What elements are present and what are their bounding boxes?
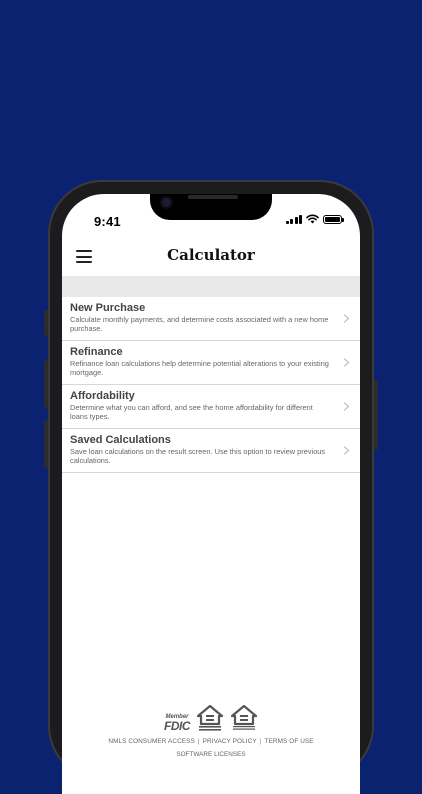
terms-of-use-link[interactable]: TERMS OF USE	[265, 738, 314, 745]
list-item-affordability[interactable]: Affordability Determine what you can aff…	[62, 385, 360, 429]
chevron-right-icon	[343, 446, 350, 455]
list-item-refinance[interactable]: Refinance Refinance loan calculations he…	[62, 341, 360, 385]
fdic-text: FDIC	[164, 719, 191, 733]
nmls-consumer-access-link[interactable]: NMLS CONSUMER ACCESS	[108, 738, 195, 745]
speaker	[188, 195, 238, 199]
link-separator: |	[197, 738, 200, 745]
section-divider	[62, 276, 360, 297]
fdic-logo: Member FDIC	[164, 714, 191, 733]
item-title: Refinance	[70, 346, 123, 358]
item-title: Affordability	[70, 390, 135, 402]
phone-frame: 9:41 Calculator New Purchase Calculate m…	[44, 180, 378, 794]
list-item-saved-calculations[interactable]: Saved Calculations Save loan calculation…	[62, 429, 360, 473]
link-separator: |	[259, 738, 262, 745]
volume-up-button	[44, 360, 48, 408]
chevron-right-icon	[343, 314, 350, 323]
regulatory-logos: Member FDIC	[62, 704, 360, 732]
software-licenses-link[interactable]: SOFTWARE LICENSES	[62, 751, 360, 758]
cellular-signal-icon	[285, 214, 302, 224]
battery-icon	[323, 214, 344, 224]
mute-switch	[44, 310, 48, 336]
battery-level	[325, 216, 340, 222]
chevron-right-icon	[343, 402, 350, 411]
power-button	[374, 380, 378, 450]
equal-housing-lender-icon	[196, 704, 224, 731]
front-camera	[162, 198, 171, 207]
item-description: Save loan calculations on the result scr…	[70, 447, 326, 465]
calculator-list: New Purchase Calculate monthly payments,…	[62, 297, 360, 473]
wifi-icon	[306, 214, 319, 224]
item-title: Saved Calculations	[70, 434, 171, 446]
item-description: Calculate monthly payments, and determin…	[70, 315, 329, 333]
item-description: Determine what you can afford, and see t…	[70, 403, 313, 421]
item-description: Refinance loan calculations help determi…	[70, 359, 329, 377]
notch	[150, 194, 272, 220]
chevron-right-icon	[343, 358, 350, 367]
status-icons	[285, 214, 344, 224]
list-item-new-purchase[interactable]: New Purchase Calculate monthly payments,…	[62, 297, 360, 341]
privacy-policy-link[interactable]: PRIVACY POLICY	[203, 738, 257, 745]
page-title: Calculator	[167, 246, 255, 264]
equal-housing-opportunity-icon	[230, 704, 258, 730]
phone-screen: 9:41 Calculator New Purchase Calculate m…	[62, 194, 360, 794]
item-title: New Purchase	[70, 302, 146, 314]
footer-links: NMLS CONSUMER ACCESS | PRIVACY POLICY | TERM…	[62, 738, 360, 745]
navigation-bar: Calculator	[62, 240, 360, 274]
volume-down-button	[44, 420, 48, 468]
status-time: 9:41	[94, 214, 121, 229]
